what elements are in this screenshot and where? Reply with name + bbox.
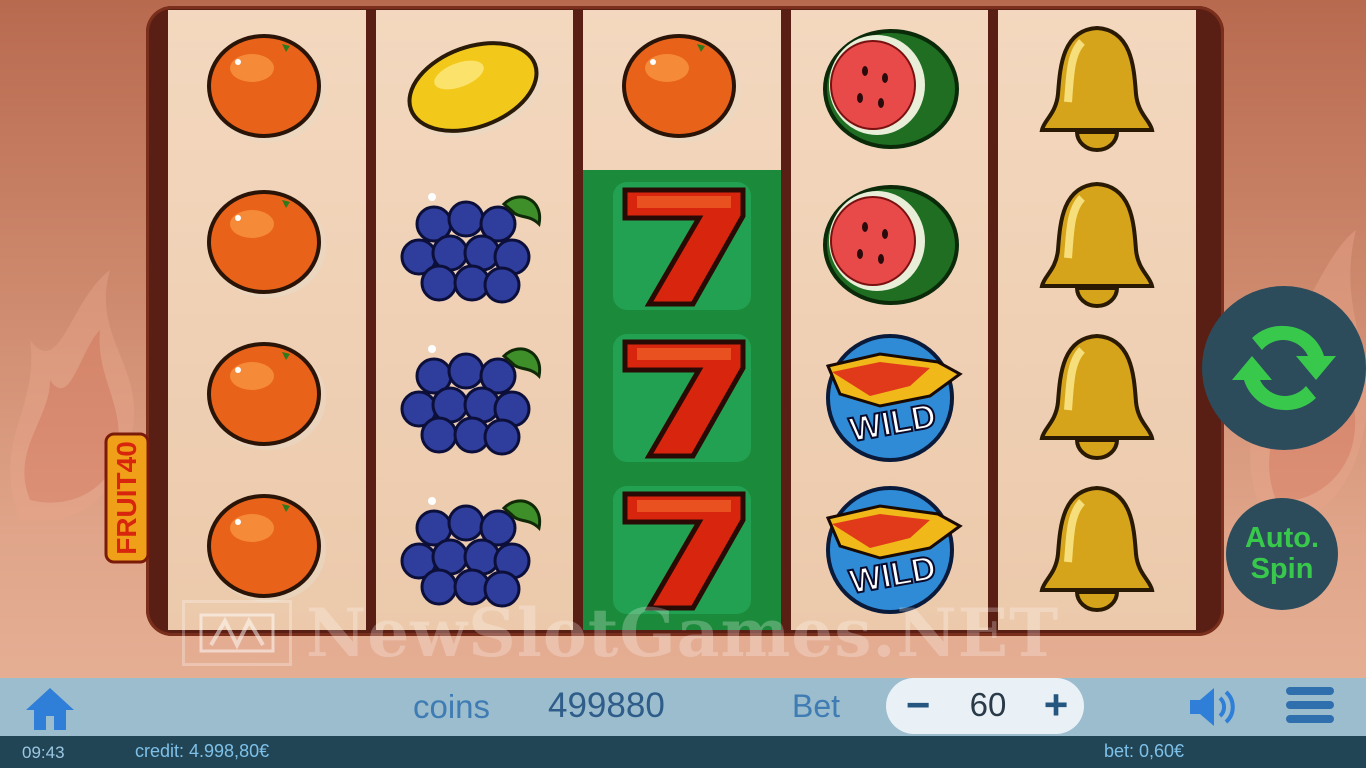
bell-symbol (998, 168, 1196, 320)
game-logo: FRUIT40 (104, 432, 150, 564)
speaker-icon (1190, 688, 1235, 726)
reel-3 (583, 10, 781, 630)
coins-label: coins (413, 688, 491, 725)
hamburger-icon-bar (1286, 701, 1334, 709)
bet-selector: − 60 + (886, 678, 1084, 734)
credit-display: credit: 4.998,80€ (135, 741, 270, 761)
auto-spin-button[interactable]: Auto. Spin (1226, 498, 1338, 610)
status-bar: 09:43 credit: 4.998,80€ bet: 0,60€ (0, 736, 1366, 768)
orange-symbol (168, 320, 366, 472)
wild-symbol: WILD (791, 320, 989, 472)
bell-symbol (998, 12, 1196, 164)
watermark-badge (182, 600, 292, 666)
bet-decrease-button[interactable]: − (894, 682, 942, 730)
orange-symbol (168, 12, 366, 164)
grapes-symbol (376, 168, 574, 320)
orange-symbol (168, 168, 366, 320)
bet-increase-button[interactable]: + (1032, 682, 1080, 730)
control-bar: coins 499880 Bet − 60 + (0, 678, 1366, 736)
reel-1 (168, 10, 366, 630)
watermark-text: NewSlotGames.NET (306, 594, 1060, 672)
watermelon-symbol (791, 168, 989, 320)
reels-area: WILD WILD (168, 10, 1196, 630)
svg-text:FRUIT40: FRUIT40 (111, 441, 142, 555)
bet-display: bet: 0,60€ (1104, 741, 1185, 761)
orange-symbol (583, 12, 781, 164)
refresh-icon (1232, 325, 1336, 411)
spin-button[interactable] (1202, 286, 1366, 450)
reel-4: WILD WILD (790, 10, 989, 630)
menu-button[interactable] (1286, 682, 1334, 732)
reel-5 (998, 10, 1196, 630)
reel-2 (375, 10, 574, 630)
seven-symbol (583, 170, 781, 322)
home-button[interactable] (22, 684, 78, 732)
hamburger-icon (1286, 687, 1334, 695)
bet-value: 60 (969, 686, 1007, 723)
watermark: NewSlotGames.NET (182, 594, 1182, 672)
auto-spin-label-2: Spin (1250, 553, 1314, 585)
coins-value: 499880 (548, 686, 665, 725)
bell-symbol (998, 320, 1196, 472)
hamburger-icon-bar (1286, 715, 1334, 723)
sound-button[interactable] (1186, 684, 1242, 730)
lemon-symbol (376, 12, 574, 164)
home-icon (26, 688, 74, 730)
seven-symbol (583, 322, 781, 474)
watermelon-symbol (791, 12, 989, 164)
clock: 09:43 (22, 743, 65, 762)
auto-spin-label-1: Auto. (1244, 522, 1320, 554)
bet-label: Bet (792, 688, 841, 724)
grapes-symbol (376, 320, 574, 472)
